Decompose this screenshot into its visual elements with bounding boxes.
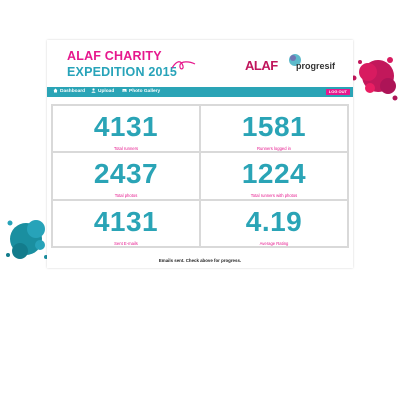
home-icon <box>53 88 58 93</box>
nav-item-label: Photo Gallery <box>129 89 161 94</box>
nav-item-label: Upload <box>98 89 115 94</box>
status-message: Emails sent. Check above for progress. <box>158 258 242 263</box>
nav-item-dashboard[interactable]: Dashboard <box>53 87 85 97</box>
stat-card-total-runners: 4131 Total runners <box>53 106 199 152</box>
stat-value: 4131 <box>93 205 159 237</box>
stat-card-runners-with-photos: 1224 Total runners with photos <box>201 153 347 199</box>
logout-button[interactable]: LOG OUT <box>325 89 350 95</box>
user-icon <box>91 88 96 93</box>
stat-value: 4.19 <box>245 205 303 237</box>
nav-bar: Dashboard Upload Photo Gallery LOG OUT <box>47 87 353 97</box>
stat-value: 2437 <box>93 158 159 190</box>
stat-label: Average Rating <box>259 240 289 246</box>
brand-title-line2: EXPEDITION 2015 <box>67 64 177 79</box>
stat-label: Runners logged in <box>257 146 291 151</box>
gallery-icon <box>122 89 127 92</box>
stat-value: 4131 <box>93 111 159 142</box>
swirl-decoration-icon <box>171 61 196 70</box>
stat-card-total-photos: 2437 Total photos <box>53 153 199 199</box>
stats-grid: 4131 Total runners 1581 Runners logged i… <box>53 106 347 246</box>
stat-label: Sent E-mails <box>114 240 138 246</box>
alaf-logo: ALAF <box>245 58 278 73</box>
stat-value: 1224 <box>241 158 307 190</box>
brand-title-line1: ALAF CHARITY <box>67 49 162 63</box>
brand-title: ALAF CHARITY EXPEDITION 2015 <box>67 50 177 78</box>
nav-item-upload[interactable]: Upload <box>91 87 114 97</box>
stat-label: Total photos <box>114 193 138 199</box>
stat-label: Total runners with photos <box>250 193 298 199</box>
stat-label: Total runners <box>113 146 139 151</box>
page-header: ALAF CHARITY EXPEDITION 2015 ALAF progre… <box>47 40 353 87</box>
nav-item-label: Dashboard <box>60 89 86 94</box>
nav-item-photo-gallery[interactable]: Photo Gallery <box>122 87 160 97</box>
stat-card-sent-emails: 4131 Sent E-mails <box>53 200 199 246</box>
stat-card-average-rating: 4.19 Average Rating <box>201 200 347 246</box>
progresif-logo-text: progresif <box>296 61 336 71</box>
stats-panel: 4131 Total runners 1581 Runners logged i… <box>51 104 349 248</box>
stat-card-runners-logged-in: 1581 Runners logged in <box>201 106 347 152</box>
stat-value: 1581 <box>241 111 307 142</box>
